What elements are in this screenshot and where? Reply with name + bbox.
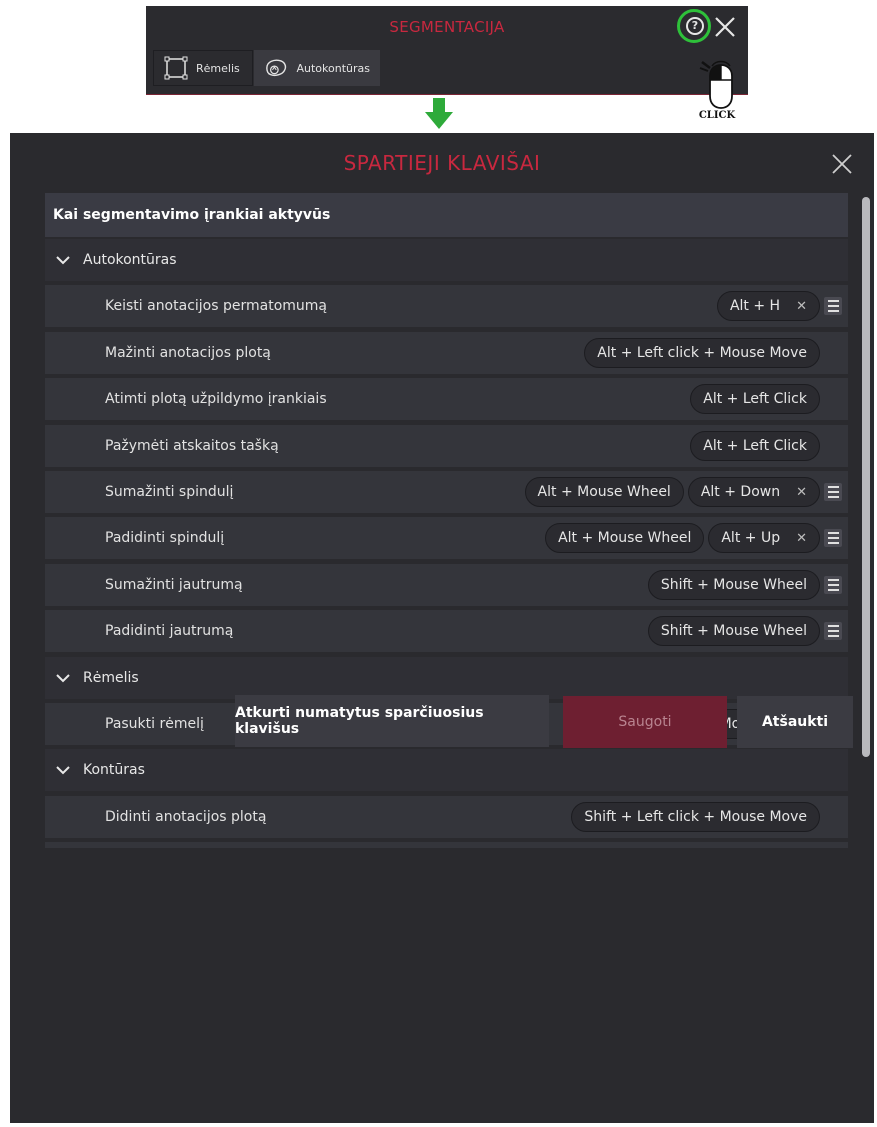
dialog-close-icon[interactable] <box>830 152 854 176</box>
shortcut-keys: Alt + Left click + Mouse Move <box>584 337 842 368</box>
key-chip-text: Alt + Mouse Wheel <box>558 530 692 547</box>
shortcut-row: Keisti anotacijos permatomumą Alt + H ✕ <box>45 285 848 328</box>
shortcut-keys: Shift + Left click + Mouse Move <box>571 801 842 832</box>
menu-icon[interactable] <box>824 483 842 501</box>
menu-icon[interactable] <box>824 297 842 316</box>
key-chip-text: Shift + Mouse Wheel <box>660 623 807 640</box>
tool-remelis-label: Rėmelis <box>196 61 240 75</box>
shortcut-label: Mažinti anotacijos plotą <box>105 842 271 848</box>
shortcut-label: Sumažinti spindulį <box>105 484 234 500</box>
shortcut-keys: Shift + Mouse Wheel <box>647 569 842 600</box>
menu-icon[interactable] <box>824 529 842 548</box>
shortcut-keys: Alt + Mouse Wheel Alt + Down ✕ <box>524 477 842 507</box>
key-chip-text: Alt + Left click + Mouse Move <box>597 344 807 361</box>
shortcut-label: Pažymėti atskaitos tašką <box>105 437 279 454</box>
shortcut-label: Sumažinti jautrumą <box>105 576 243 593</box>
help-highlight: ? <box>677 9 711 43</box>
key-chip-text: Alt + Up <box>721 530 781 547</box>
shortcut-row: Padidinti jautrumą Shift + Mouse Wheel <box>45 610 848 653</box>
key-chip[interactable]: Alt + Left Click <box>690 430 820 461</box>
shortcut-label: Didinti anotacijos plotą <box>105 808 267 825</box>
chevron-down-icon <box>56 256 70 265</box>
close-icon[interactable] <box>712 14 738 40</box>
shortcut-row: Sumažinti spindulį Alt + Mouse Wheel Alt +… <box>45 471 848 513</box>
key-chip[interactable]: Alt + Mouse Wheel <box>545 523 705 554</box>
shortcut-label: Mažinti anotacijos plotą <box>105 344 271 361</box>
group-row[interactable]: Autokontūras <box>45 239 848 281</box>
shortcuts-dialog: SPARTIEJI KLAVIŠAI Kai segmentavimo įran… <box>10 133 874 1123</box>
shortcut-keys: Alt + Left Click <box>690 430 842 461</box>
autocontour-icon <box>266 59 287 77</box>
remove-key-icon[interactable]: ✕ <box>796 485 807 500</box>
menu-icon[interactable] <box>824 575 842 594</box>
key-chip[interactable]: Shift + Left click + Mouse Move <box>571 801 820 832</box>
key-chip-text: Alt + Left Click <box>703 391 807 408</box>
key-chip[interactable]: Alt + Left Click <box>690 384 820 415</box>
click-label: CLICK <box>698 110 736 121</box>
shortcut-label: Padidinti spindulį <box>105 530 225 547</box>
chevron-down-icon <box>56 673 70 683</box>
help-icon[interactable]: ? <box>686 17 704 35</box>
chevron-down-icon <box>56 766 70 775</box>
group-row[interactable]: Rėmelis <box>45 656 848 699</box>
shortcut-row: Didinti anotacijos plotą Shift + Left cli… <box>45 795 848 838</box>
section-header: Kai segmentavimo įrankiai aktyvūs <box>45 193 848 237</box>
frame-icon <box>164 56 188 80</box>
shortcut-row: Atimti plotą užpildymo įrankiais Alt + Le… <box>45 378 848 421</box>
shortcut-row: Mažinti anotacijos plotą Alt + Left click… <box>45 331 848 374</box>
shortcut-keys: Alt + Mouse Wheel Alt + Up ✕ <box>545 523 842 554</box>
shortcut-label: Keisti anotacijos permatomumą <box>105 298 327 315</box>
arrow-down-icon <box>425 98 453 129</box>
key-chip-text: Alt + Left Click <box>703 437 807 454</box>
key-chip[interactable]: Shift + Mouse Wheel <box>647 569 820 600</box>
key-chip-text: Alt + Mouse Wheel <box>537 484 671 500</box>
key-chip[interactable]: Alt + Mouse Wheel <box>524 477 684 507</box>
key-chip-text: Alt + H <box>729 298 781 315</box>
save-button[interactable]: Saugoti <box>563 696 727 748</box>
shortcut-row: Mažinti anotacijos plotąAlt + Left click… <box>45 842 848 848</box>
shortcut-label: Atimti plotą užpildymo įrankiais <box>105 391 327 408</box>
key-chip[interactable]: Alt + Up ✕ <box>708 523 820 554</box>
menu-icon[interactable] <box>824 622 842 641</box>
remove-key-icon[interactable]: ✕ <box>796 531 807 546</box>
group-row[interactable]: Kontūras <box>45 749 848 792</box>
shortcut-keys: Alt + H ✕ <box>716 291 842 322</box>
key-chip[interactable]: Alt + Down ✕ <box>687 477 820 507</box>
scrollbar[interactable] <box>862 197 870 757</box>
shortcut-list[interactable]: Kai segmentavimo įrankiai aktyvūs Autoko… <box>45 193 848 848</box>
key-chip-text: Shift + Mouse Wheel <box>660 576 807 593</box>
remove-key-icon[interactable]: ✕ <box>796 299 807 314</box>
tool-remelis-button[interactable]: Rėmelis <box>153 50 253 86</box>
group-label: Kontūras <box>83 762 145 779</box>
key-chip[interactable]: Shift + Mouse Wheel <box>647 616 820 647</box>
shortcut-label: Padidinti jautrumą <box>105 623 234 640</box>
shortcut-keys: Alt + Left Click <box>690 384 842 415</box>
dialog-title: SPARTIEJI KLAVIŠAI <box>343 151 541 175</box>
tool-autokonturas-label: Autokontūras <box>296 61 371 75</box>
shortcut-row: Sumažinti jautrumą Shift + Mouse Wheel <box>45 563 848 606</box>
key-chip[interactable]: Alt + H ✕ <box>716 291 820 322</box>
segmentation-toolbar: SEGMENTACIJA ? Rėmelis Autokontūras <box>146 6 748 95</box>
group-label: Autokontūras <box>83 252 177 268</box>
tool-autokonturas-button[interactable]: Autokontūras <box>254 50 380 86</box>
shortcut-keys: Shift + Mouse Wheel <box>647 616 842 647</box>
group-label: Rėmelis <box>83 669 139 686</box>
key-chip[interactable]: Alt + Left click + Mouse Move <box>584 337 820 368</box>
key-chip-text: Shift + Left click + Mouse Move <box>584 808 807 825</box>
shortcut-row: Padidinti spindulį Alt + Mouse Wheel Alt +… <box>45 517 848 560</box>
shortcut-label: Pasukti rėmelį <box>105 716 204 732</box>
key-chip-text: Alt + Down <box>700 484 781 500</box>
toolbar-title: SEGMENTACIJA <box>389 18 505 36</box>
reset-defaults-button[interactable]: Atkurti numatytus sparčiuosius klavišus <box>235 695 549 747</box>
shortcut-row: Pažymėti atskaitos tašką Alt + Left Click <box>45 424 848 467</box>
cancel-button[interactable]: Atšaukti <box>737 696 853 748</box>
